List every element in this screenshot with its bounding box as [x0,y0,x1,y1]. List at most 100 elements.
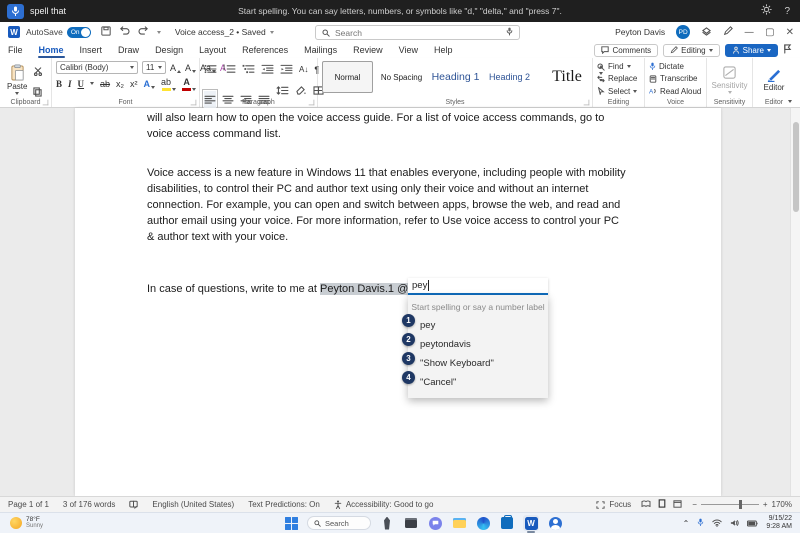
read-aloud-button[interactable]: ARead Aloud [649,86,702,97]
taskbar-search[interactable]: Search [307,516,371,530]
language-indicator[interactable]: English (United States) [152,500,234,509]
proofing-icon[interactable] [129,500,138,509]
style-heading1[interactable]: Heading 1 [430,61,481,93]
pennant-icon[interactable] [783,44,792,56]
suggestion-item[interactable]: 2 peytondavis [408,335,548,354]
select-button[interactable]: Select [597,86,640,97]
tab-design[interactable]: Design [147,42,191,58]
people-icon[interactable] [547,515,563,531]
word-taskbar-icon[interactable]: W [523,515,539,531]
volume-icon[interactable] [730,514,739,532]
subscript-button[interactable]: x₂ [116,79,124,89]
number-label-badge[interactable]: 2 [402,333,415,346]
grow-font-button[interactable]: A [170,63,181,73]
share-button[interactable]: Share [725,44,778,57]
task-view-icon[interactable] [403,515,419,531]
tab-draw[interactable]: Draw [110,42,147,58]
save-icon[interactable] [101,26,111,39]
start-button[interactable] [283,515,299,531]
underline-button[interactable]: U [78,79,85,89]
cut-icon[interactable] [33,63,43,81]
voice-settings-gear-icon[interactable] [761,2,772,20]
vertical-scrollbar[interactable] [790,108,800,496]
font-color-button[interactable]: A [182,77,196,91]
edge-icon[interactable] [475,515,491,531]
style-heading2[interactable]: Heading 2 [484,61,535,93]
suggestion-item[interactable]: 4 "Cancel" [408,373,548,392]
scrollbar-thumb[interactable] [793,122,799,212]
read-mode-icon[interactable] [641,500,651,510]
multilevel-list-icon[interactable] [242,61,255,79]
replace-button[interactable]: Replace [597,73,640,84]
weather-widget[interactable]: 78°F Sunny [10,516,43,530]
zoom-slider[interactable] [701,504,759,505]
tab-references[interactable]: References [234,42,296,58]
sort-button[interactable]: A↓ [299,65,308,75]
word-count[interactable]: 3 of 176 words [63,500,115,509]
numbering-icon[interactable] [223,61,236,79]
accessibility-indicator[interactable]: Accessibility: Good to go [334,500,434,509]
bold-button[interactable]: B [56,79,62,89]
paragraph[interactable]: will also learn how to open the voice ac… [147,110,627,142]
tab-view[interactable]: View [391,42,426,58]
suggestion-item[interactable]: 3 "Show Keyboard" [408,354,548,373]
battery-icon[interactable] [747,514,758,532]
text-predictions-indicator[interactable]: Text Predictions: On [248,500,320,509]
redo-icon[interactable] [138,26,149,38]
voice-access-microphone-icon[interactable] [7,4,24,19]
web-layout-icon[interactable] [673,500,682,510]
styles-dialog-launcher-icon[interactable] [584,100,590,106]
font-dialog-launcher-icon[interactable] [191,100,197,106]
tray-chevron-up-icon[interactable]: ⌃ [683,519,690,528]
store-icon[interactable] [499,515,515,531]
chat-icon[interactable] [427,515,443,531]
font-name-select[interactable]: Calibri (Body) [56,61,138,74]
style-no-spacing[interactable]: No Spacing [376,61,427,93]
autosave-toggle[interactable]: On [67,27,91,38]
paragraph[interactable]: Voice access is a new feature in Windows… [147,165,627,245]
number-label-badge[interactable]: 3 [402,352,415,365]
paragraph[interactable]: In case of questions, write to me at Pey… [147,281,627,297]
tab-help[interactable]: Help [426,42,461,58]
pen-mode-icon[interactable] [723,26,733,38]
strikethrough-button[interactable]: ab [100,79,110,89]
tray-microphone-icon[interactable] [697,514,704,532]
file-explorer-icon[interactable] [451,515,467,531]
focus-mode-button[interactable]: Focus [596,500,631,509]
transcribe-button[interactable]: Transcribe [649,73,702,84]
app-icon-rocket[interactable] [379,515,395,531]
zoom-level[interactable]: 170% [772,500,792,509]
tab-insert[interactable]: Insert [72,42,111,58]
maximize-button[interactable]: ▢ [765,27,774,38]
increase-indent-icon[interactable] [280,61,293,79]
zoom-control[interactable]: − + 170% [692,500,792,509]
comments-button[interactable]: Comments [594,44,658,57]
print-layout-icon[interactable] [658,499,666,510]
selected-text[interactable]: Peyton Davis.1 @ [320,283,408,295]
editing-mode-button[interactable]: Editing [663,44,719,57]
suggestion-item[interactable]: 1 pey [408,316,548,335]
italic-button[interactable]: I [68,79,72,89]
search-mic-icon[interactable] [506,27,513,38]
number-label-badge[interactable]: 1 [402,314,415,327]
tab-layout[interactable]: Layout [191,42,234,58]
document-page[interactable]: will also learn how to open the voice ac… [75,108,721,496]
paste-button[interactable]: Paste [4,61,30,97]
minimize-button[interactable]: — [744,27,754,38]
close-button[interactable]: ✕ [786,27,794,38]
clipboard-dialog-launcher-icon[interactable] [43,100,49,106]
presenter-icon[interactable] [701,27,712,38]
search-input[interactable]: Search [315,25,520,40]
autosave-control[interactable]: AutoSave On [26,27,91,38]
quick-access-chevron-icon[interactable] [157,31,161,34]
editor-button[interactable]: Editor [761,61,788,97]
tab-review[interactable]: Review [345,42,391,58]
zoom-out-icon[interactable]: − [692,500,697,509]
spelling-input[interactable]: pey [408,278,548,295]
style-title[interactable]: Title [538,61,596,93]
underline-chevron-icon[interactable] [90,82,94,85]
tab-home[interactable]: Home [31,42,72,58]
shrink-font-button[interactable]: A [185,63,196,73]
voice-help-icon[interactable]: ? [784,6,790,17]
user-name[interactable]: Peyton Davis [615,27,665,37]
